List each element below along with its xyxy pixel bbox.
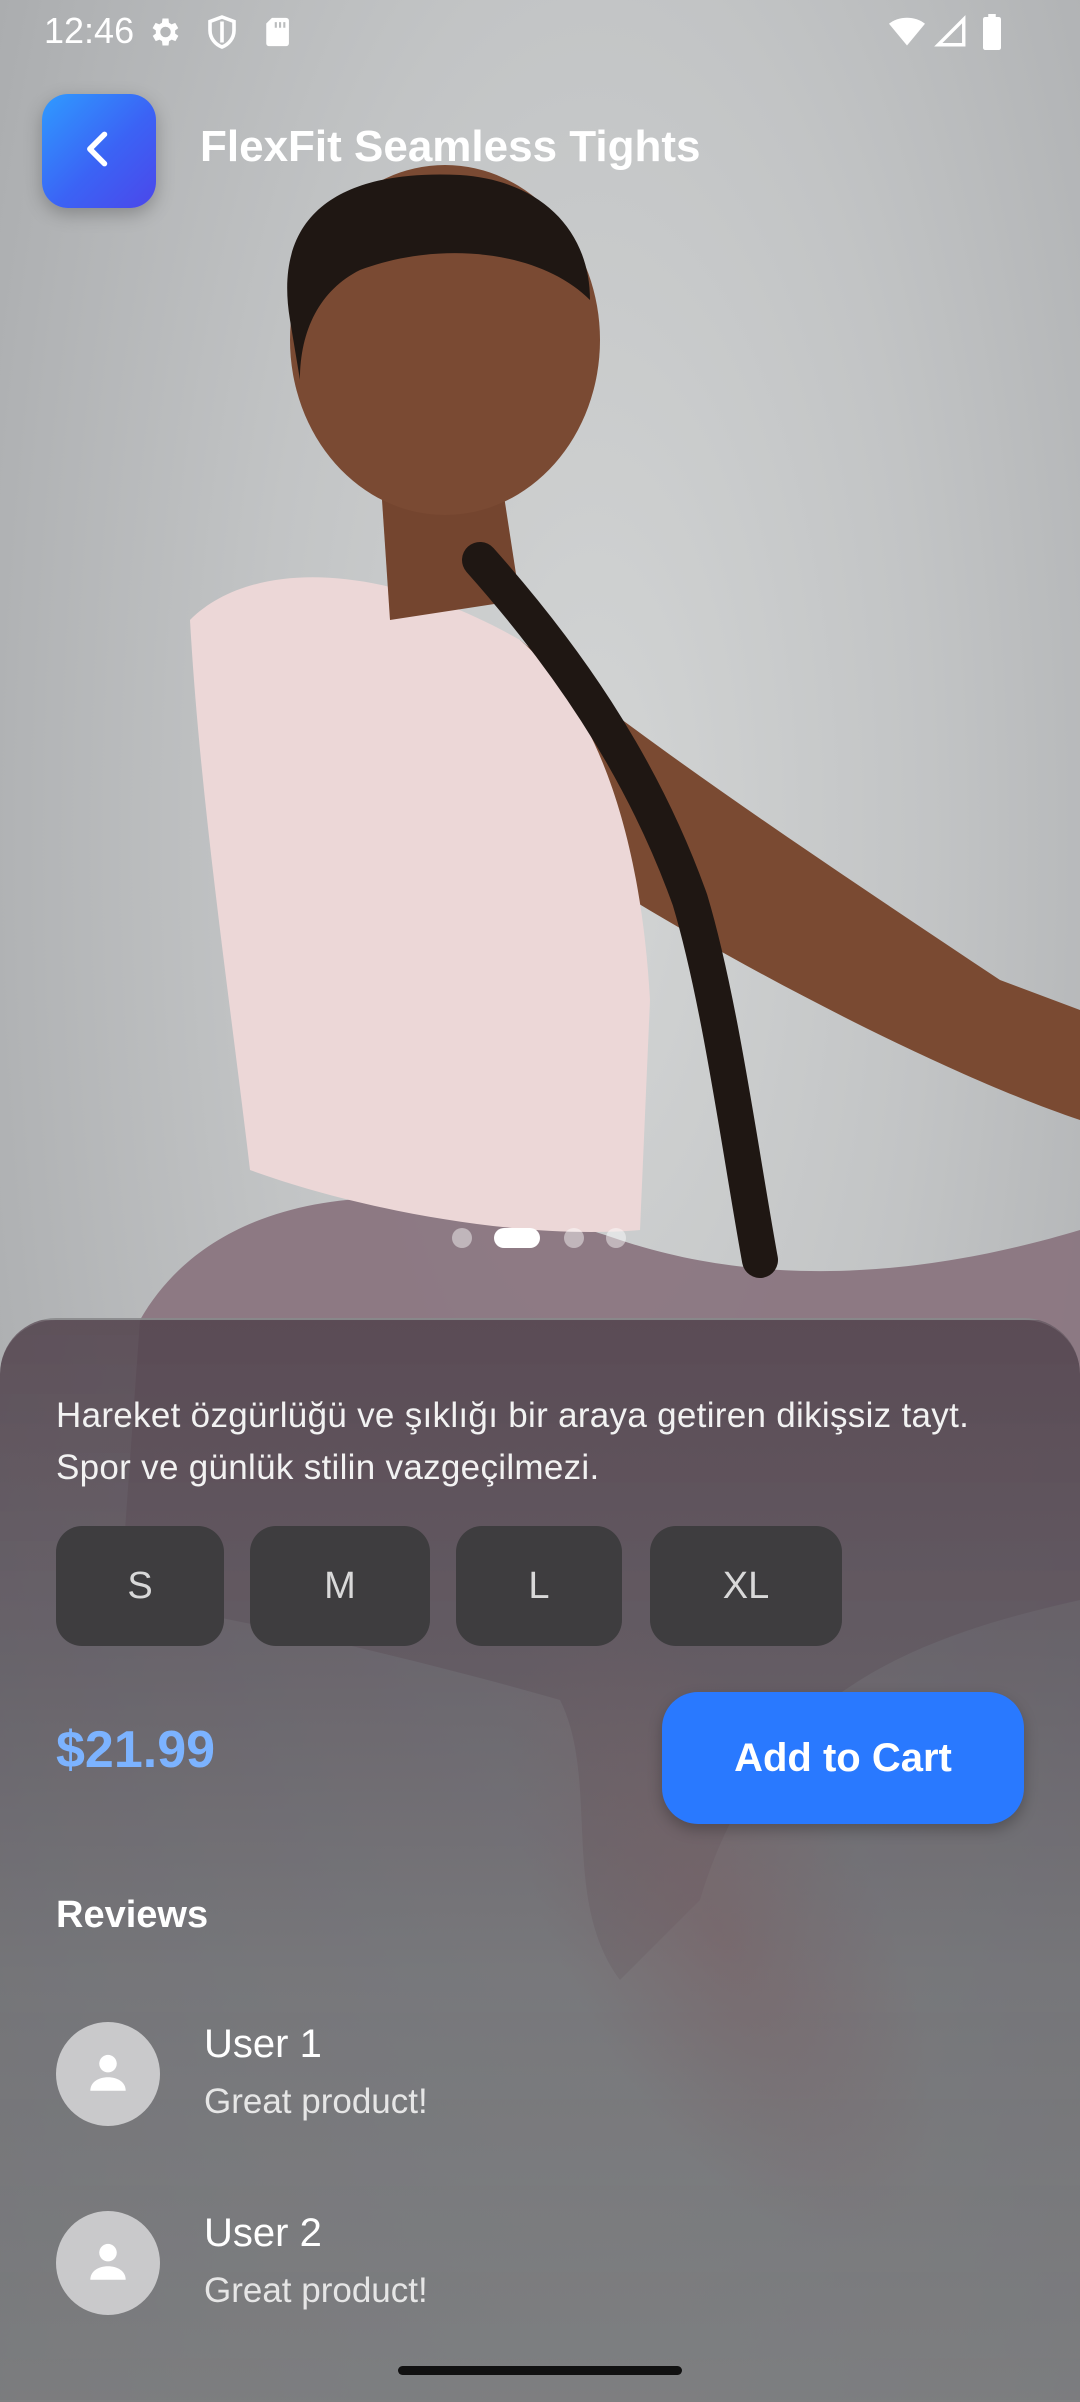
carousel-dot[interactable] <box>606 1228 626 1248</box>
signal-icon <box>934 14 968 59</box>
review-user: User 2 <box>204 2211 322 2255</box>
avatar <box>56 2211 160 2315</box>
add-to-cart-button[interactable]: Add to Cart <box>662 1692 1024 1824</box>
back-button[interactable] <box>42 94 156 208</box>
product-description: Hareket özgürlüğü ve şıklığı bir araya g… <box>56 1396 970 1487</box>
reviews-heading: Reviews <box>56 1894 209 1936</box>
status-time: 12:46 <box>44 10 135 51</box>
status-bar: 12:46 <box>0 0 1080 62</box>
size-option-m[interactable]: M <box>250 1526 430 1646</box>
sd-card-icon <box>262 14 296 59</box>
home-indicator[interactable] <box>398 2366 682 2375</box>
review-text: Great product! <box>204 2082 428 2121</box>
page-title: FlexFit Seamless Tights <box>200 122 701 171</box>
size-option-xl[interactable]: XL <box>650 1526 842 1646</box>
battery-icon <box>980 14 1004 59</box>
size-option-l[interactable]: L <box>456 1526 622 1646</box>
wifi-icon <box>888 14 926 59</box>
review-item: User 2 Great product! <box>56 2211 1016 2321</box>
review-text: Great product! <box>204 2271 428 2310</box>
review-user: User 1 <box>204 2022 322 2066</box>
avatar <box>56 2022 160 2126</box>
size-option-s[interactable]: S <box>56 1526 224 1646</box>
product-details-sheet: Hareket özgürlüğü ve şıklığı bir araya g… <box>0 1318 1080 2402</box>
shield-icon <box>204 14 240 59</box>
chevron-left-icon <box>77 127 121 176</box>
review-item: User 1 Great product! <box>56 2022 1016 2132</box>
carousel-dot-active[interactable] <box>494 1228 540 1248</box>
settings-icon <box>146 14 182 59</box>
person-icon <box>83 2047 133 2102</box>
carousel-dot[interactable] <box>564 1228 584 1248</box>
person-icon <box>83 2236 133 2291</box>
product-price: $21.99 <box>56 1721 216 1779</box>
carousel-dot[interactable] <box>452 1228 472 1248</box>
